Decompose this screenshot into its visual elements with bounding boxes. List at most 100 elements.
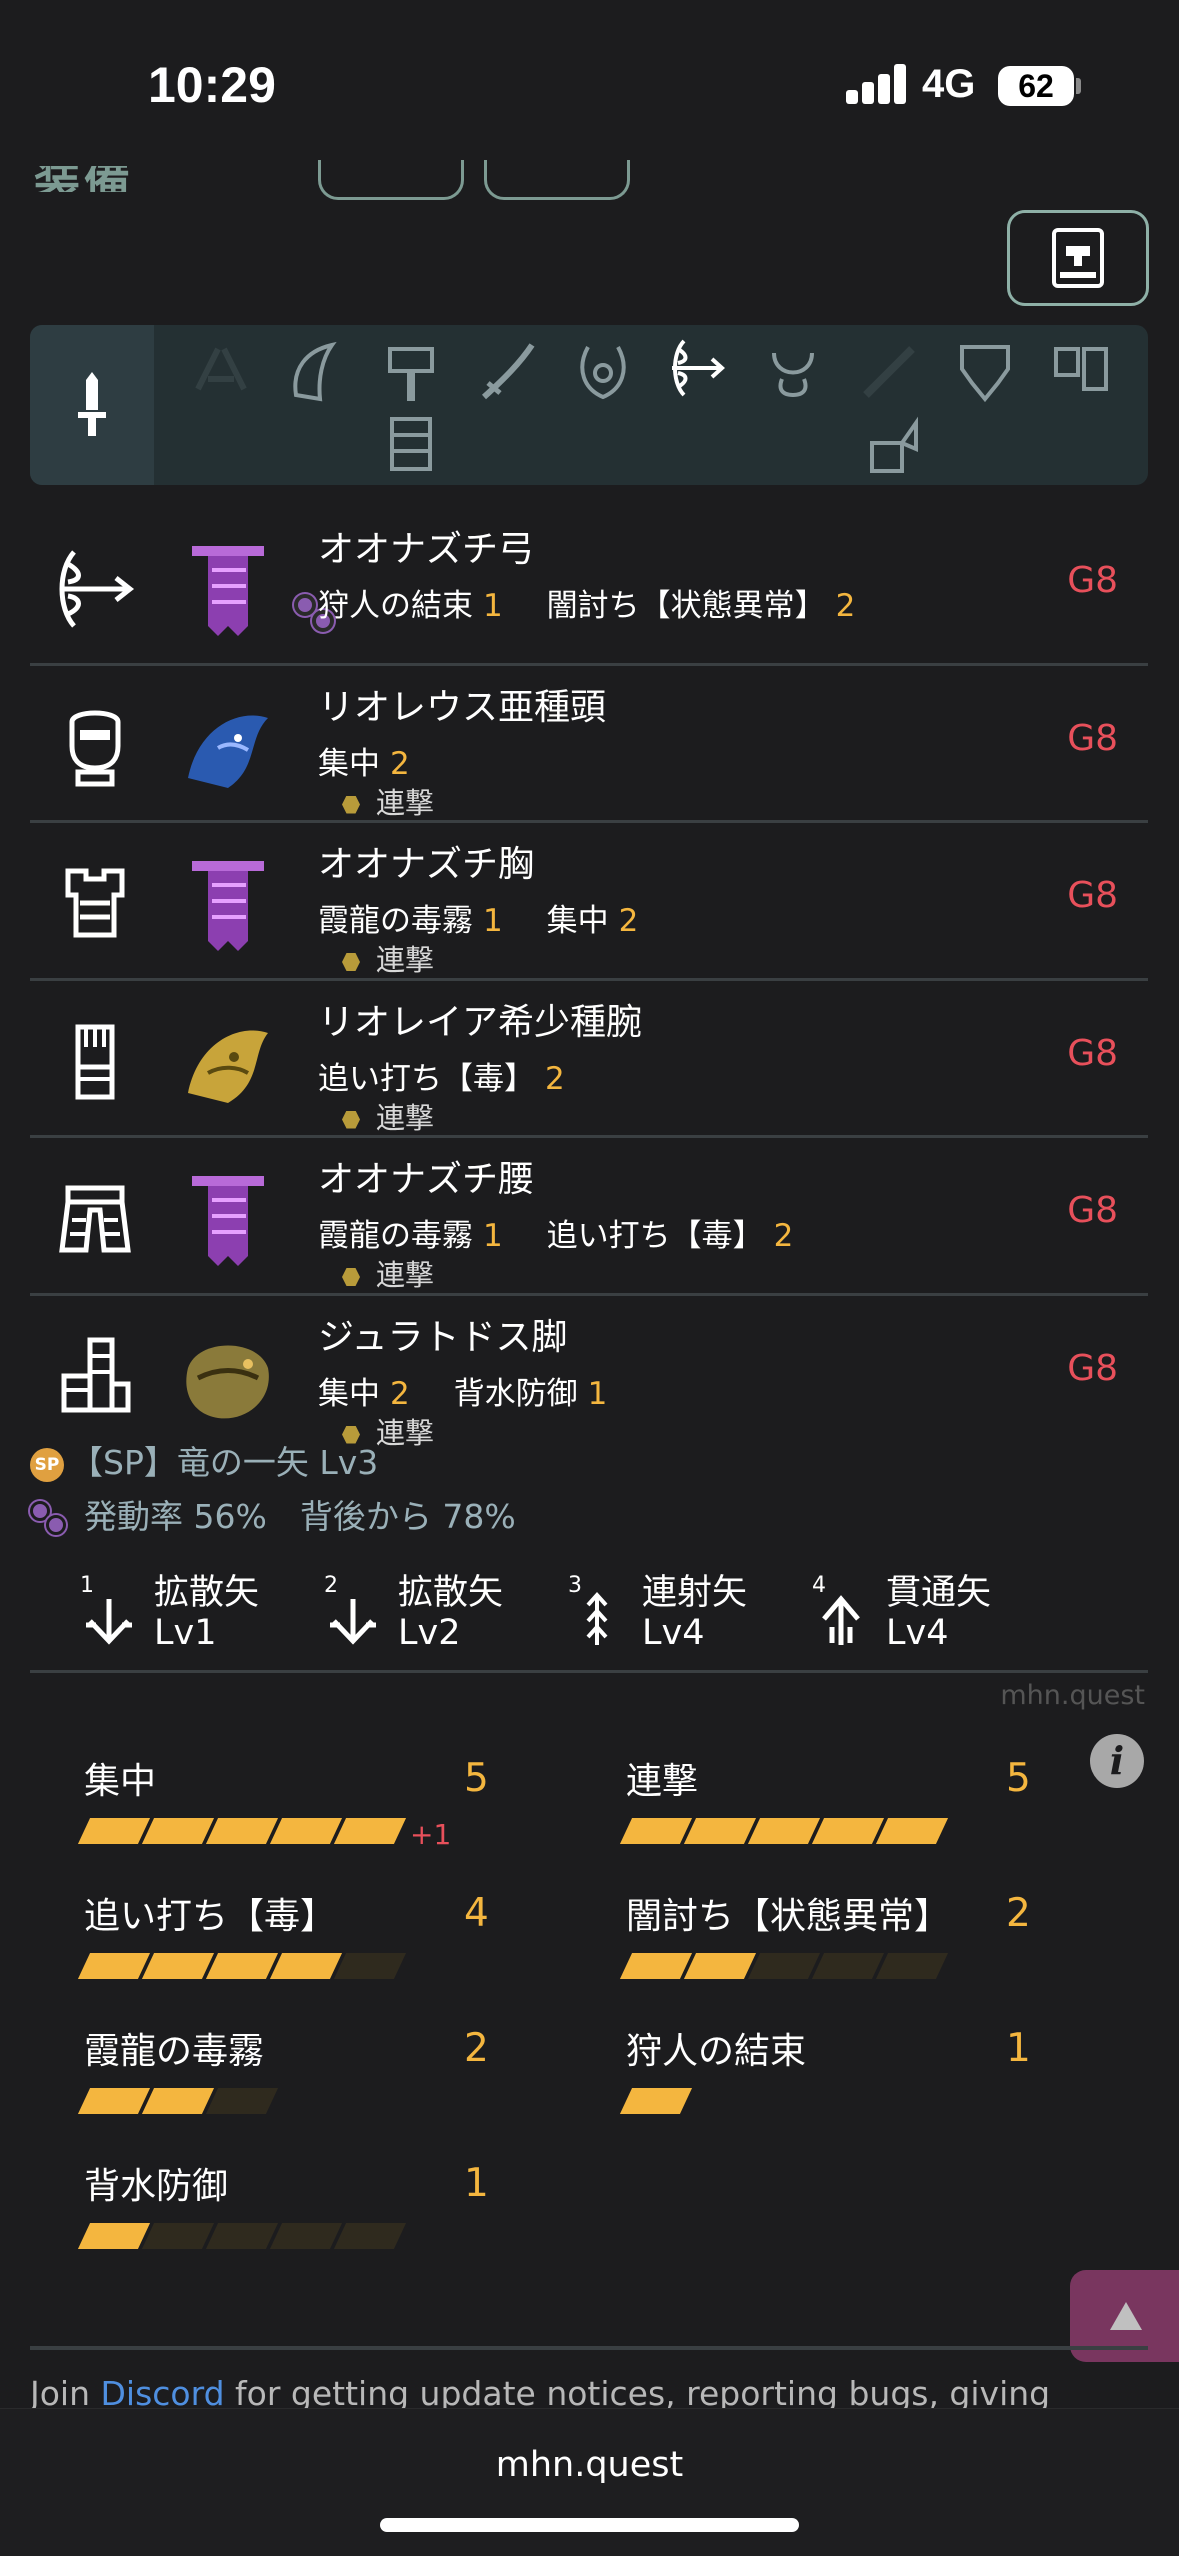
weapon-tab-dual-blades[interactable] bbox=[188, 339, 254, 405]
skill-level-bar bbox=[77, 1953, 407, 1981]
jyuratodus-monster-icon bbox=[178, 1328, 278, 1428]
equipment-name: オオナズチ胸 bbox=[318, 844, 535, 885]
skill-level-segment bbox=[619, 1953, 693, 1979]
decoration-hex-icon bbox=[342, 1110, 360, 1129]
chameleos-monster-icon bbox=[178, 1170, 278, 1270]
azure-rathalos-monster-icon bbox=[178, 698, 278, 798]
equipment-skills: 霞龍の毒霧 1 追い打ち【毒】 2 bbox=[318, 1218, 794, 1254]
equipment-skills: 狩人の結束 1 闇討ち【状態異常】 2 bbox=[318, 588, 856, 624]
weapon-tab-switch-axe[interactable] bbox=[1048, 339, 1114, 405]
skill-level-segment bbox=[875, 1953, 949, 1979]
weapon-tab-bow[interactable] bbox=[664, 335, 730, 401]
skill-summary-item: 狩人の結束 1 bbox=[619, 2022, 1046, 2132]
equipment-row-head[interactable]: リオレウス亜種頭 集中 2 連撃 G8 bbox=[30, 666, 1148, 823]
heavy-bowgun-icon bbox=[390, 417, 432, 471]
skill-level-segment bbox=[269, 2223, 343, 2249]
skill-name: 背水防御 bbox=[84, 2166, 229, 2207]
discord-link[interactable]: Discord bbox=[101, 2374, 225, 2408]
skill-level-segment bbox=[141, 2223, 215, 2249]
great-sword-icon bbox=[293, 341, 337, 402]
bow-icon bbox=[672, 339, 725, 397]
pierce-arrow-icon bbox=[822, 1595, 860, 1645]
status-time: 10:29 bbox=[148, 57, 276, 113]
sword-icon bbox=[78, 372, 106, 436]
status-bar: 10:29 4G 62 bbox=[0, 0, 1179, 170]
grade-label: G8 bbox=[1067, 1347, 1118, 1389]
info-icon[interactable]: i bbox=[1090, 1734, 1144, 1788]
skill-level-bar bbox=[77, 2223, 407, 2251]
skill-level-segment bbox=[205, 2223, 279, 2249]
skill-level-segment bbox=[77, 1953, 151, 1979]
grade-label: G8 bbox=[1067, 1190, 1118, 1231]
section-heading-cut: 装備 bbox=[34, 166, 194, 192]
skill-name: 闇討ち【状態異常】 bbox=[626, 1896, 951, 1937]
skill-level-segment bbox=[205, 1818, 279, 1844]
equipment-name: ジュラトドス脚 bbox=[318, 1316, 568, 1358]
weapon-tab-all[interactable] bbox=[30, 325, 154, 485]
skill-level-bar bbox=[619, 1953, 949, 1981]
grade-label: G8 bbox=[1067, 717, 1118, 759]
skill-level-segment bbox=[333, 1818, 407, 1844]
filter-button-cut[interactable] bbox=[318, 160, 464, 200]
footer-notice: Join Discord for getting update notices,… bbox=[30, 2374, 1148, 2408]
insect-glaive-icon bbox=[772, 352, 814, 398]
browser-url-bar[interactable]: mhn.quest bbox=[0, 2408, 1179, 2556]
skill-level-segment bbox=[205, 2088, 279, 2114]
weapon-tab-light-bowgun[interactable] bbox=[860, 413, 926, 479]
grade-label: G8 bbox=[1067, 875, 1118, 916]
lance-icon bbox=[863, 346, 915, 398]
watermark: mhn.quest bbox=[1000, 1680, 1145, 1711]
skill-level-segment bbox=[875, 1818, 949, 1844]
skill-level-bar bbox=[77, 1818, 407, 1846]
skill-summary-item: 闇討ち【状態異常】 2 bbox=[619, 1887, 1046, 1997]
armor-book-button[interactable] bbox=[1007, 210, 1149, 306]
skill-level-segment bbox=[77, 2088, 151, 2114]
book-helmet-icon bbox=[1052, 228, 1104, 288]
skill-level-segment bbox=[747, 1818, 821, 1844]
hammer-icon bbox=[388, 347, 434, 401]
equipment-skills: 霞龍の毒霧 1 集中 2 bbox=[318, 903, 639, 939]
skill-level-segment bbox=[683, 1953, 757, 1979]
skill-level-segment bbox=[269, 1953, 343, 1979]
skill-level-segment bbox=[141, 1818, 215, 1844]
skill-level-segment bbox=[333, 2223, 407, 2249]
decoration-hex-icon bbox=[342, 1268, 360, 1286]
equipment-row-chest[interactable]: オオナズチ胸 霞龍の毒霧 1 集中 2 連撃 G8 bbox=[30, 823, 1148, 981]
equipment-row-legs[interactable]: ジュラトドス脚 集中 2 背水防御 1 連撃 G8 bbox=[30, 1296, 1148, 1454]
decoration-hex-icon bbox=[342, 953, 360, 971]
weapon-tab-hammer[interactable] bbox=[378, 339, 444, 405]
weapon-tab-gunlance[interactable] bbox=[952, 339, 1018, 405]
home-indicator[interactable] bbox=[380, 2518, 799, 2532]
skill-level-segment bbox=[811, 1818, 885, 1844]
chest-armor-icon bbox=[65, 868, 125, 938]
skill-level-segment bbox=[333, 1953, 407, 1979]
equipment-name: オオナズチ腰 bbox=[318, 1159, 535, 1200]
hunting-horn-icon bbox=[580, 346, 626, 400]
skill-name: 霞龍の毒霧 bbox=[84, 2031, 265, 2072]
long-sword-icon bbox=[481, 343, 535, 400]
weapon-tab-great-sword[interactable] bbox=[282, 339, 348, 405]
skill-name: 集中 bbox=[84, 1761, 157, 1802]
gunlance-icon bbox=[960, 345, 1010, 403]
grade-label: G8 bbox=[1067, 1032, 1118, 1074]
skill-summary-item: 集中 5 +1 bbox=[77, 1752, 504, 1862]
weapon-tab-long-sword[interactable] bbox=[474, 339, 540, 405]
weapon-tab-insect-glaive[interactable] bbox=[760, 339, 826, 405]
leg-armor-icon bbox=[61, 1337, 131, 1412]
skill-level: 4 bbox=[464, 1891, 489, 1936]
filter-button-cut[interactable] bbox=[484, 160, 630, 200]
equipment-list: オオナズチ弓 狩人の結束 1 闇討ち【状態異常】 2 G8 リオレウス亜種頭 集中 2… bbox=[30, 508, 1148, 1453]
skill-summary-item: 追い打ち【毒】 4 bbox=[77, 1887, 504, 1997]
weapon-tab-heavy-bowgun[interactable] bbox=[378, 411, 444, 477]
weapon-tab-lance[interactable] bbox=[856, 339, 922, 405]
decoration-skill: 連撃 bbox=[342, 937, 434, 979]
weapon-tab-hunting-horn[interactable] bbox=[570, 339, 636, 405]
equipment-skills: 集中 2 背水防御 1 bbox=[318, 1375, 608, 1412]
equipment-row-weapon[interactable]: オオナズチ弓 狩人の結束 1 闇討ち【状態異常】 2 G8 bbox=[30, 508, 1148, 666]
equipment-row-arms[interactable]: リオレイア希少種腕 追い打ち【毒】 2 連撃 G8 bbox=[30, 981, 1148, 1138]
equipment-row-waist[interactable]: オオナズチ腰 霞龍の毒霧 1 追い打ち【毒】 2 連撃 G8 bbox=[30, 1138, 1148, 1296]
skill-name: 連撃 bbox=[626, 1761, 699, 1802]
signal-icon bbox=[846, 64, 908, 104]
sp-skill-line: SP 【SP】竜の一矢 Lv3 bbox=[30, 1436, 378, 1484]
decoration-skill: 連撃 bbox=[342, 780, 434, 822]
